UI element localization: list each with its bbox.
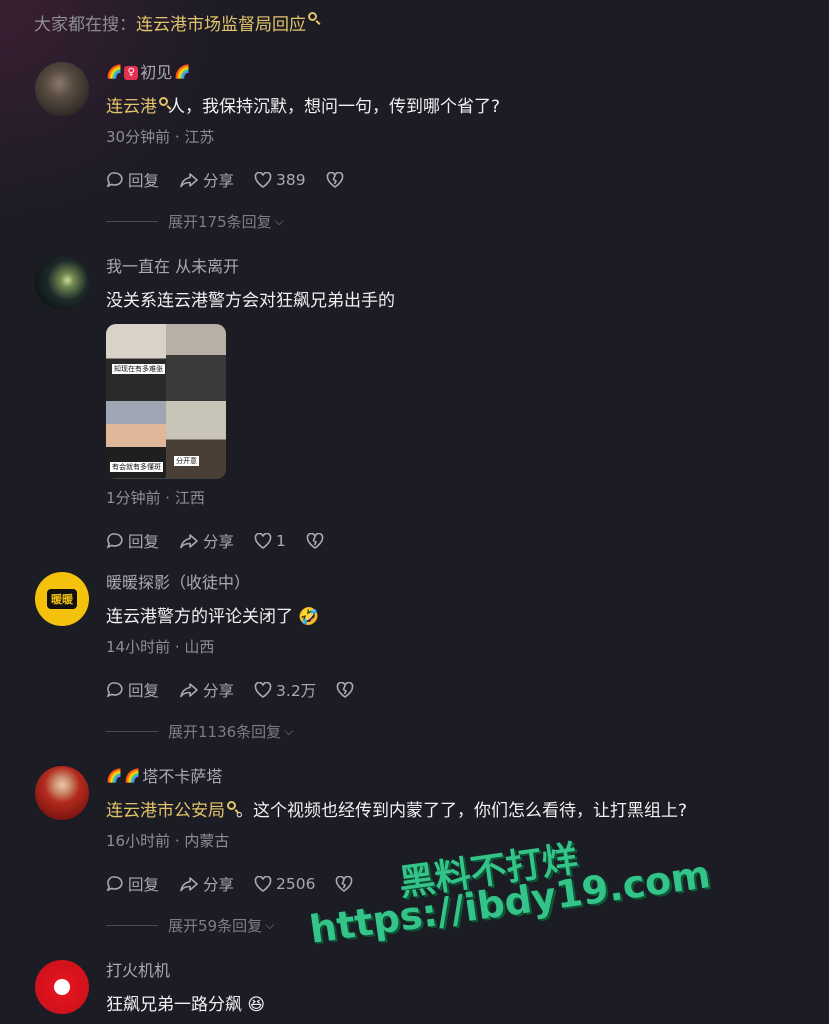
expand-replies[interactable]: 展开175条回复 ⌵ <box>106 211 809 232</box>
rainbow-icon: 🌈 <box>106 65 123 80</box>
comment-text: 连云港警方的评论关闭了 🤣 <box>106 607 320 627</box>
trending-prefix: 大家都在搜： <box>34 15 136 35</box>
share-button[interactable]: 分享 <box>179 169 234 191</box>
heart-icon <box>254 876 272 892</box>
comment-text: 连云港 人，我保持沉默，想问一句，传到哪个省了? <box>106 97 501 117</box>
trending-term[interactable]: 连云港市场监督局回应 <box>136 10 306 35</box>
rainbow-icon: 🌈 <box>106 769 123 784</box>
reply-icon <box>106 533 123 549</box>
heart-icon <box>254 682 272 698</box>
broken-heart-icon <box>336 682 354 698</box>
comment-meta: 30分钟前 · 江苏 <box>106 128 215 146</box>
share-button[interactable]: 分享 <box>179 873 234 895</box>
broken-heart-icon <box>306 533 324 549</box>
reply-icon <box>106 682 123 698</box>
author-name: 暖暖探影（收徒中） <box>106 573 251 592</box>
author-name: 初见 <box>140 63 173 82</box>
trending-search-bar[interactable]: 大家都在搜： 连云港市场监督局回应 <box>34 10 317 35</box>
search-link[interactable]: 连云港市公安局 <box>106 801 225 821</box>
like-button[interactable]: 2506 <box>254 875 315 893</box>
squinting-face-icon: 😆 <box>247 995 266 1015</box>
dislike-button[interactable] <box>336 682 354 698</box>
like-button[interactable]: 3.2万 <box>254 679 316 701</box>
comment-text: 狂飙兄弟一路分飙 😆 <box>106 995 266 1015</box>
share-button[interactable]: 分享 <box>179 679 234 701</box>
comment-author[interactable]: 打火机机 <box>106 960 809 982</box>
comment-meta: 14小时前 · 山西 <box>106 638 215 656</box>
comment-page: 大家都在搜： 连云港市场监督局回应 🌈 ♀ 初见 🌈 连云港 人，我保持沉默，想问… <box>0 0 829 1024</box>
comment-text: 连云港市公安局 。这个视频也经传到内蒙了了，你们怎么看待，让打黑组上? <box>106 801 688 821</box>
comment-actions: 回复 分享 3.2万 <box>106 679 809 701</box>
search-icon <box>308 12 317 21</box>
reply-button[interactable]: 回复 <box>106 873 159 895</box>
chevron-down-icon: ⌵ <box>274 214 284 228</box>
gender-female-icon: ♀ <box>124 66 139 80</box>
chevron-down-icon: ⌵ <box>265 918 275 932</box>
comment-actions: 回复 分享 389 <box>106 169 809 191</box>
like-button[interactable]: 389 <box>254 171 306 189</box>
search-link[interactable]: 连云港 <box>106 97 157 117</box>
dislike-button[interactable] <box>306 533 324 549</box>
comment-author[interactable]: 我一直在 从未离开 <box>106 256 809 278</box>
image-caption: 知现在有多难张 <box>112 364 165 374</box>
avatar[interactable] <box>35 960 89 1014</box>
comment-author[interactable]: 🌈 ♀ 初见 🌈 <box>106 62 809 84</box>
comment-actions: 回复 分享 1 <box>106 530 809 552</box>
dislike-button[interactable] <box>326 172 344 188</box>
chevron-down-icon: ⌵ <box>284 724 294 738</box>
author-name: 我一直在 从未离开 <box>106 257 240 276</box>
heart-icon <box>254 533 272 549</box>
avatar[interactable]: 暖暖 <box>35 572 89 626</box>
broken-heart-icon <box>336 876 353 892</box>
divider <box>106 925 158 926</box>
rainbow-icon: 🌈 <box>174 65 191 80</box>
comment-text: 没关系连云港警方会对狂飙兄弟出手的 <box>106 291 395 311</box>
divider <box>106 221 158 222</box>
avatar[interactable] <box>35 62 89 116</box>
image-caption: 有会就有多懂斑 <box>110 462 163 472</box>
rainbow-icon: 🌈 <box>124 769 141 784</box>
search-icon <box>159 97 168 106</box>
author-name: 塔不卡萨塔 <box>142 767 223 786</box>
comment-author[interactable]: 暖暖探影（收徒中） <box>106 572 809 594</box>
divider <box>106 731 158 732</box>
avatar-logo: 暖暖 <box>47 589 77 609</box>
author-name: 打火机机 <box>106 961 171 980</box>
reply-button[interactable]: 回复 <box>106 530 159 552</box>
comment-image[interactable]: 知现在有多难张 有会就有多懂斑 分开意 <box>106 324 226 479</box>
broken-heart-icon <box>326 172 343 188</box>
share-button[interactable]: 分享 <box>179 530 234 552</box>
avatar[interactable] <box>35 256 89 310</box>
comment-meta: 1分钟前 · 江西 <box>106 489 205 507</box>
avatar[interactable] <box>35 766 89 820</box>
reply-button[interactable]: 回复 <box>106 679 159 701</box>
reply-button[interactable]: 回复 <box>106 169 159 191</box>
reply-icon <box>106 172 123 188</box>
reply-icon <box>106 876 123 892</box>
share-icon <box>180 877 198 892</box>
laughing-face-icon: 🤣 <box>298 607 320 627</box>
expand-replies[interactable]: 展开1136条回复 ⌵ <box>106 721 809 742</box>
search-icon <box>227 801 236 810</box>
heart-icon <box>254 172 272 188</box>
share-icon <box>180 173 198 188</box>
share-icon <box>180 683 198 698</box>
like-button[interactable]: 1 <box>254 532 286 550</box>
dislike-button[interactable] <box>335 876 353 892</box>
comment-author[interactable]: 🌈 🌈 塔不卡萨塔 <box>106 766 809 788</box>
share-icon <box>180 534 198 549</box>
image-caption: 分开意 <box>174 456 199 466</box>
